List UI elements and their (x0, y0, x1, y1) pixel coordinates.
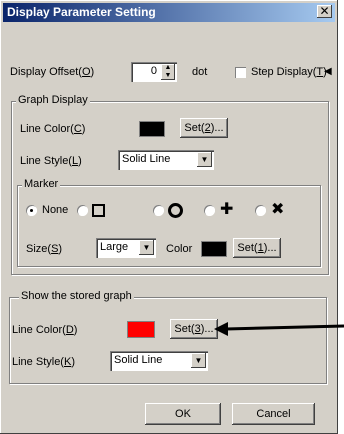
marker-x-radio[interactable] (255, 205, 266, 216)
display-offset-stepper[interactable]: 0 ▲ ▼ (131, 62, 177, 82)
set-1-button[interactable]: Set(1)... (233, 238, 281, 258)
marker-color-label: Color (166, 243, 193, 255)
marker-color-swatch (201, 241, 227, 257)
cancel-button[interactable]: Cancel (232, 403, 315, 425)
stepper-arrows-icon[interactable]: ▲ ▼ (161, 64, 175, 80)
display-offset-label: Display Offset(O) (10, 66, 95, 78)
marker-plus-radio[interactable] (204, 205, 215, 216)
stored-line-style-value: Solid Line (114, 354, 163, 366)
marker-size-value: Large (100, 241, 129, 253)
marker-title: Marker (22, 178, 61, 190)
ok-button[interactable]: OK (145, 403, 221, 425)
line-color-label: Line Color(C) (20, 123, 86, 135)
close-button[interactable]: ✕ (317, 5, 332, 18)
set-3-button[interactable]: Set(3)... (170, 319, 218, 339)
line-color-swatch (139, 121, 165, 137)
marker-none-label: None (42, 204, 69, 216)
x-marker-icon: ✖ (271, 201, 285, 218)
step-display-label: Step Display(T) (251, 66, 327, 78)
square-marker-icon (92, 204, 105, 217)
stored-line-color-swatch (127, 321, 155, 338)
title-bar[interactable]: Display Parameter Setting ✕ (3, 3, 335, 22)
marker-size-label: Size(S) (26, 243, 63, 255)
stored-line-style-label: Line Style(K) (12, 356, 75, 368)
stored-graph-title: Show the stored graph (19, 290, 134, 302)
stored-line-style-select[interactable]: Solid Line ▼ (110, 351, 208, 371)
close-icon: ✕ (319, 4, 330, 18)
dialog-window: Display Parameter Setting ✕ Display Offs… (0, 0, 344, 434)
stored-line-color-label: Line Color(D) (12, 324, 78, 336)
plus-marker-icon: ✚ (220, 201, 234, 218)
window-title: Display Parameter Setting (7, 5, 156, 19)
marker-circle-radio[interactable] (153, 205, 164, 216)
display-offset-value: 0 (150, 65, 157, 77)
marker-none-radio[interactable] (26, 205, 37, 216)
set-2-button[interactable]: Set(2)... (180, 118, 228, 138)
step-display-checkbox[interactable] (235, 67, 246, 78)
display-offset-unit: dot (192, 66, 208, 78)
marker-square-radio[interactable] (77, 205, 88, 216)
dropdown-arrow-icon[interactable]: ▼ (197, 152, 212, 167)
line-style-select[interactable]: Solid Line ▼ (118, 150, 214, 170)
graph-display-title: Graph Display (16, 94, 90, 106)
circle-marker-icon (168, 203, 183, 218)
line-style-value: Solid Line (122, 153, 171, 165)
pointer-arrow-icon: ◀ (324, 66, 332, 77)
callout-arrow-icon (214, 322, 344, 336)
line-style-label: Line Style(L) (20, 155, 82, 167)
dropdown-arrow-icon[interactable]: ▼ (191, 353, 206, 368)
dropdown-arrow-icon[interactable]: ▼ (139, 240, 154, 255)
marker-size-select[interactable]: Large ▼ (96, 238, 156, 258)
